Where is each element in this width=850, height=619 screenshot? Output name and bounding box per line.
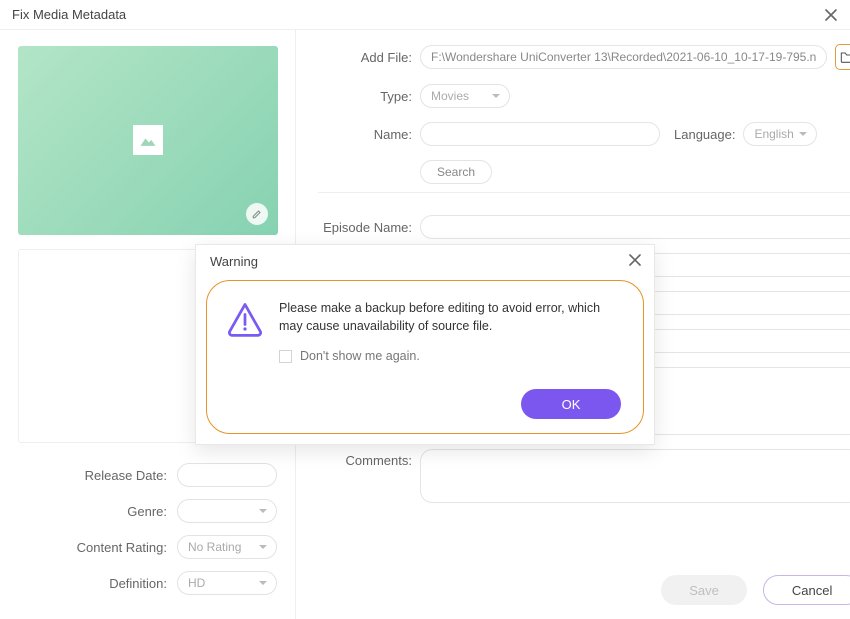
close-icon[interactable] (824, 8, 838, 22)
search-button[interactable]: Search (420, 160, 492, 184)
add-file-path-input[interactable]: F:\Wondershare UniConverter 13\Recorded\… (420, 45, 827, 69)
content-rating-label: Content Rating: (77, 540, 167, 555)
comments-label: Comments: (318, 449, 412, 468)
genre-label: Genre: (127, 504, 167, 519)
content-rating-select[interactable]: No Rating (177, 535, 277, 559)
release-date-label: Release Date: (85, 468, 167, 483)
modal-message: Please make a backup before editing to a… (279, 299, 625, 335)
ok-button[interactable]: OK (521, 389, 621, 419)
genre-select[interactable] (177, 499, 277, 523)
add-file-label: Add File: (318, 50, 412, 65)
edit-thumbnail-button[interactable] (246, 203, 268, 225)
episode-name-label: Episode Name: (318, 220, 412, 235)
modal-close-icon[interactable] (628, 253, 642, 270)
checkbox-box-icon (279, 350, 292, 363)
left-form: Release Date: Genre: Content Rating: No … (18, 463, 277, 607)
warning-modal: Warning Please make a backup before edit… (195, 244, 655, 445)
content-rating-value: No Rating (188, 540, 241, 554)
title-bar: Fix Media Metadata (0, 0, 850, 30)
browse-folder-button[interactable] (835, 44, 850, 70)
save-button[interactable]: Save (661, 575, 747, 605)
type-select[interactable]: Movies (420, 84, 510, 108)
name-label: Name: (318, 127, 412, 142)
language-select[interactable]: English (743, 122, 816, 146)
language-value: English (754, 127, 793, 141)
definition-value: HD (188, 576, 205, 590)
release-date-input[interactable] (177, 463, 277, 487)
warning-icon (225, 299, 265, 339)
cancel-button[interactable]: Cancel (763, 575, 850, 605)
divider (318, 192, 850, 193)
bottom-buttons: Save Cancel (661, 575, 850, 605)
image-placeholder-icon (133, 125, 163, 155)
type-value: Movies (431, 89, 469, 103)
dont-show-checkbox[interactable]: Don't show me again. (279, 349, 625, 363)
search-button-label: Search (437, 165, 475, 179)
definition-select[interactable]: HD (177, 571, 277, 595)
episode-name-input[interactable] (420, 215, 850, 239)
video-thumbnail (18, 46, 278, 235)
add-file-path-value: F:\Wondershare UniConverter 13\Recorded\… (431, 50, 816, 64)
modal-title: Warning (210, 254, 258, 269)
language-label: Language: (674, 127, 735, 142)
checkbox-label: Don't show me again. (300, 349, 420, 363)
window-title: Fix Media Metadata (12, 7, 126, 22)
comments-textarea[interactable] (420, 449, 850, 503)
name-input[interactable] (420, 122, 660, 146)
type-label: Type: (318, 89, 412, 104)
definition-label: Definition: (109, 576, 167, 591)
